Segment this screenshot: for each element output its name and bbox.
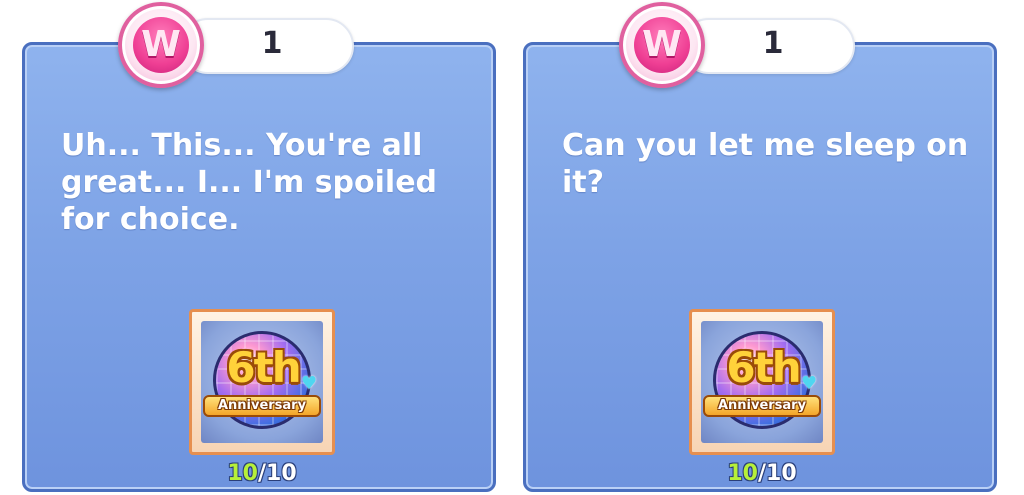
w-badge-icon: W [118,2,204,88]
w-badge-letter: W [133,17,189,73]
count-value: 1 [762,26,784,61]
heart-icon: ♥ [301,373,318,394]
anniversary-number: 6th [726,343,801,392]
choice-card-2[interactable]: Can you let me sleep on it? 6th Annivers… [523,42,997,492]
card-header-2: 1 W [619,0,919,90]
progress-current: 10 [727,461,758,486]
progress-separator: / [257,461,267,486]
choice-card-1[interactable]: Uh... This... You're all great... I... I… [22,42,496,492]
progress-total: 10 [766,461,797,486]
card-message: Uh... This... You're all great... I... I… [61,128,438,237]
anniversary-number: 6th [226,343,301,392]
anniversary-banner: Anniversary [703,395,821,417]
card-header-1: 1 W [118,0,418,90]
heart-icon: ♥ [801,373,818,394]
reward-item-frame[interactable]: 6th Anniversary ♥ [189,309,335,455]
progress-current: 10 [227,461,258,486]
reward-item-image: 6th Anniversary ♥ [701,321,823,443]
progress-separator: / [757,461,767,486]
card-message: Can you let me sleep on it? [562,128,969,200]
reward-item-frame[interactable]: 6th Anniversary ♥ [689,309,835,455]
w-badge-icon: W [619,2,705,88]
anniversary-banner: Anniversary [203,395,321,417]
item-progress: 10/10 [689,461,835,487]
count-value: 1 [261,26,283,61]
w-badge-letter: W [634,17,690,73]
reward-item-image: 6th Anniversary ♥ [201,321,323,443]
item-progress: 10/10 [189,461,335,487]
progress-total: 10 [266,461,297,486]
